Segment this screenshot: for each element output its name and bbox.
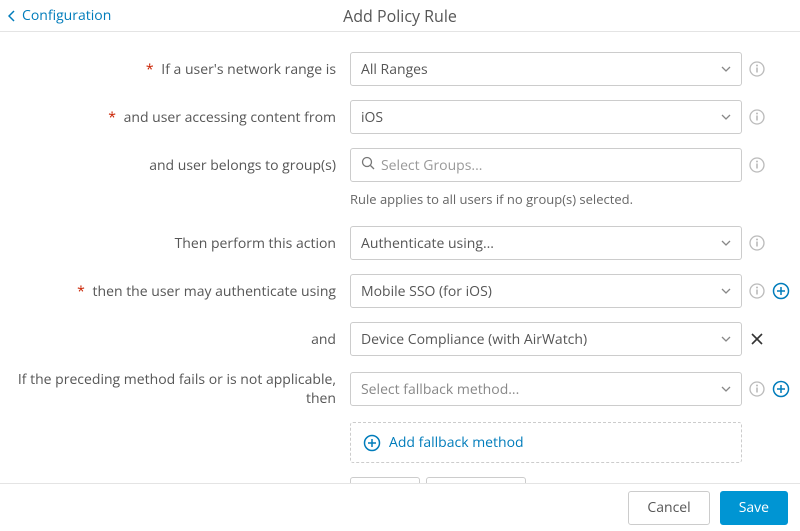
groups-input[interactable]: Select Groups... [350,148,742,182]
plus-circle-icon [363,434,381,452]
search-icon [361,156,375,175]
label-auth-using: * then the user may authenticate using [0,282,350,301]
info-icon[interactable] [748,282,766,300]
auth-method-2-select[interactable]: Device Compliance (with AirWatch) [350,322,742,356]
chevron-down-icon [721,336,731,342]
label-accessing-from: * and user accessing content from [0,108,350,127]
label-and: and [0,330,350,349]
remove-auth-method-button[interactable] [748,330,766,348]
accessing-from-select[interactable]: iOS [350,100,742,134]
action-select[interactable]: Authenticate using... [350,226,742,260]
back-link[interactable]: Configuration [8,6,111,25]
info-icon[interactable] [748,156,766,174]
info-icon[interactable] [748,234,766,252]
info-icon[interactable] [748,380,766,398]
chevron-down-icon [721,240,731,246]
chevron-down-icon [721,114,731,120]
required-asterisk: * [77,282,89,301]
chevron-left-icon [8,10,16,22]
required-asterisk: * [108,108,120,127]
add-auth-method-button[interactable] [772,282,790,300]
label-fallback: If the preceding method fails or is not … [0,370,350,408]
info-icon[interactable] [748,60,766,78]
add-fallback-label: Add fallback method [389,433,524,452]
auth-method-1-select[interactable]: Mobile SSO (for iOS) [350,274,742,308]
label-then-action: Then perform this action [0,234,350,253]
back-label: Configuration [22,6,111,25]
label-groups: and user belongs to group(s) [0,156,350,175]
add-fallback-button-icon[interactable] [772,380,790,398]
fallback-method-select[interactable]: Select fallback method... [350,372,742,406]
add-fallback-method-button[interactable]: Add fallback method [350,422,742,463]
chevron-down-icon [721,288,731,294]
chevron-down-icon [721,386,731,392]
required-asterisk: * [146,60,158,79]
network-range-select[interactable]: All Ranges [350,52,742,86]
info-icon[interactable] [748,108,766,126]
cancel-button[interactable]: Cancel [628,491,709,525]
chevron-down-icon [721,66,731,72]
save-button[interactable]: Save [720,491,788,525]
label-network-range: * If a user's network range is [0,60,350,79]
page-title: Add Policy Rule [343,5,457,27]
groups-helper-text: Rule applies to all users if no group(s)… [350,190,800,208]
